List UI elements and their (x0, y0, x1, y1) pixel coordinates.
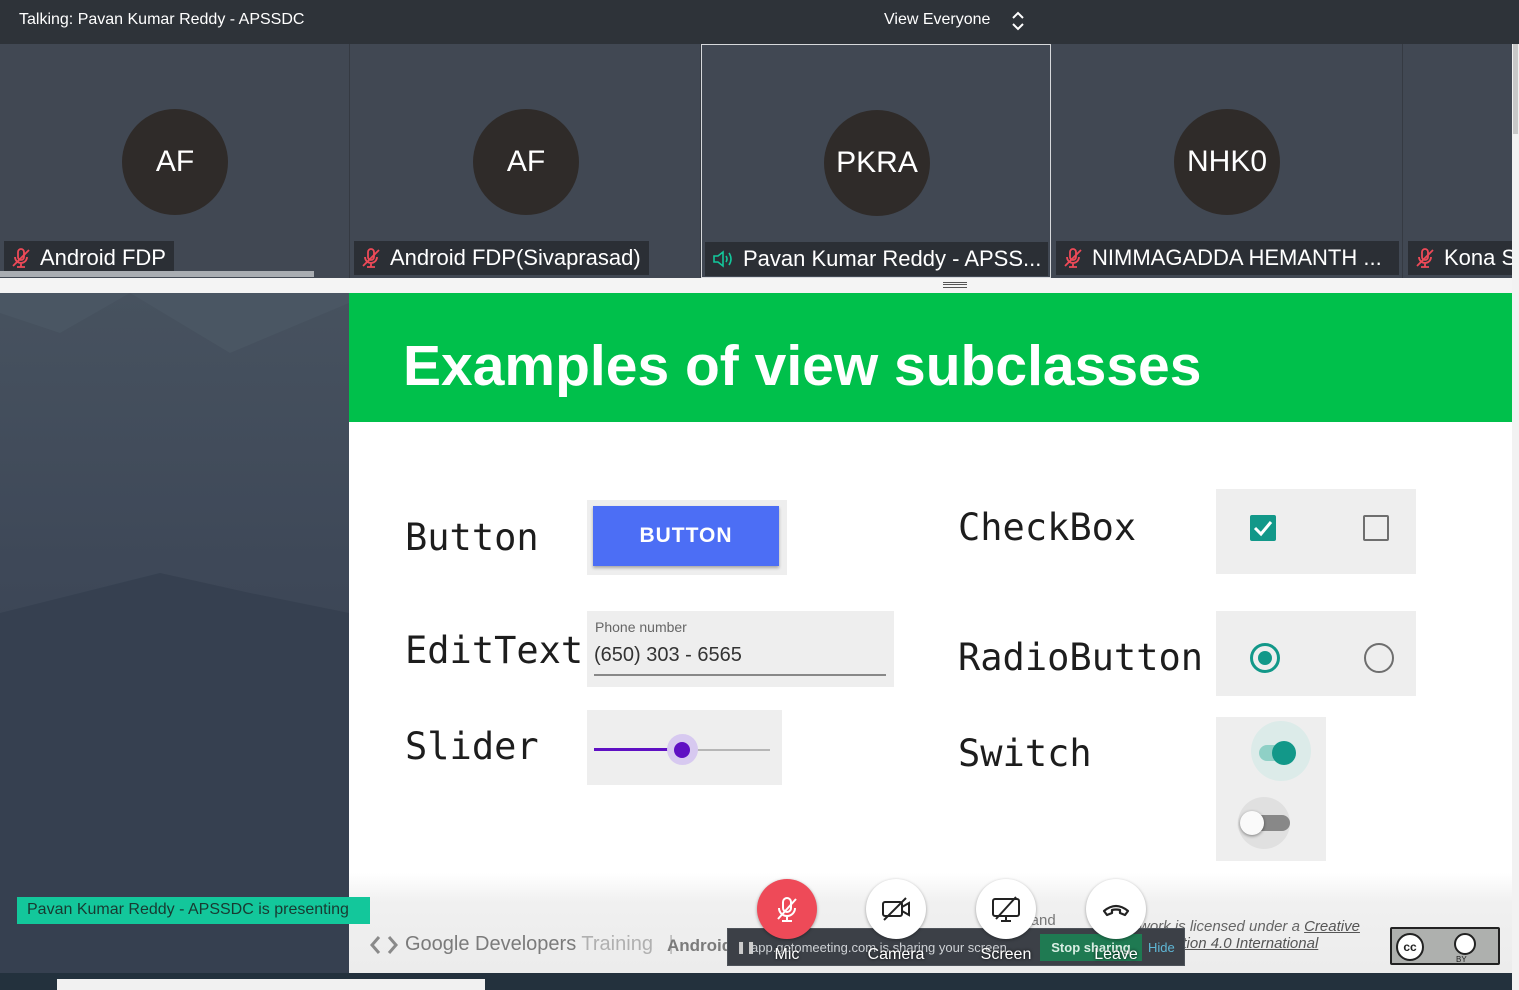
mic-button[interactable] (757, 879, 817, 939)
license-link: Creative (1304, 918, 1360, 935)
leave-control[interactable]: Leave (1086, 879, 1146, 963)
footer-android: Android (667, 936, 733, 955)
slider-thumb (674, 742, 690, 758)
creative-commons-badge: cc BY (1390, 927, 1500, 965)
label-edittext: EditText (405, 629, 584, 672)
label-button: Button (405, 516, 539, 559)
slide-header: Examples of view subclasses (349, 293, 1512, 422)
shared-screen: Examples of view subclasses Button EditT… (0, 293, 1512, 973)
attribution-icon (1454, 933, 1476, 955)
updown-chevron-icon[interactable] (1010, 9, 1026, 33)
camera-control[interactable]: Camera (866, 879, 926, 963)
participant-name-tag: Android FDP(Sivaprasad) (354, 241, 649, 275)
radio-unselected-icon (1364, 643, 1394, 673)
participant-name-tag: Android FDP (4, 241, 174, 275)
camera-label: Camera (867, 946, 925, 963)
camera-off-icon (882, 897, 910, 921)
taskbar-strip (0, 973, 1512, 990)
participant-name: Android FDP(Sivaprasad) (390, 245, 641, 270)
hang-up-icon (1102, 904, 1130, 917)
edittext-value: (650) 303 - 6565 (594, 644, 742, 666)
participant-tile-active[interactable]: PKRA Pavan Kumar Reddy - APSS... (701, 44, 1051, 278)
switch-on-thumb (1272, 741, 1296, 765)
speaker-speaking-icon (713, 250, 732, 268)
participant-name-tag: Kona S (1408, 241, 1512, 275)
checkbox-unchecked-icon (1363, 515, 1389, 541)
radio-selected-icon (1250, 643, 1280, 673)
participant-name-tag: Pavan Kumar Reddy - APSS... (705, 242, 1048, 276)
avatar: PKRA (824, 110, 930, 216)
screen-control[interactable]: Screen (976, 879, 1036, 963)
mic-label: Mic (774, 946, 800, 963)
talking-indicator: Talking: Pavan Kumar Reddy - APSSDC (19, 11, 305, 28)
participant-name: NIMMAGADDA HEMANTH ... (1092, 245, 1382, 270)
screen-share-off-icon (992, 896, 1020, 922)
edittext-underline (594, 674, 886, 676)
presentation-slide: Examples of view subclasses Button EditT… (349, 293, 1512, 973)
avatar: AF (122, 109, 228, 215)
edittext-hint: Phone number (595, 619, 687, 635)
participant-tile[interactable]: Kona S (1403, 44, 1512, 278)
radio-example (1216, 611, 1416, 696)
participant-name: Pavan Kumar Reddy - APSS... (743, 246, 1042, 271)
brand-name: Google Developers (405, 933, 577, 955)
avatar: AF (473, 109, 579, 215)
checkbox-checked-icon (1250, 515, 1276, 541)
label-slider: Slider (405, 725, 539, 768)
label-checkbox: CheckBox (958, 506, 1137, 549)
avatar: NHK0 (1174, 109, 1280, 215)
participant-tile[interactable]: AF Android FDP(Sivaprasad) (350, 44, 701, 278)
edittext-example: Phone number (650) 303 - 6565 (587, 611, 894, 687)
top-bar: Talking: Pavan Kumar Reddy - APSSDC View… (0, 0, 1519, 44)
mic-muted-icon (12, 248, 30, 268)
mic-control[interactable]: Mic (757, 879, 817, 963)
example-button: BUTTON (593, 506, 779, 566)
google-developers-training-logo: Google Developers Training | (369, 933, 674, 956)
presenting-badge: Pavan Kumar Reddy - APSSDC is presenting (17, 897, 370, 924)
cc-icon: cc (1396, 933, 1424, 961)
drag-handle-icon[interactable] (943, 282, 967, 288)
switch-example (1216, 717, 1326, 861)
camera-button[interactable] (866, 879, 926, 939)
mic-muted-icon (1416, 248, 1434, 268)
screen-background (0, 293, 349, 973)
slider-example (587, 710, 782, 785)
resize-divider[interactable] (0, 278, 1512, 293)
participant-tile[interactable]: AF Android FDP (0, 44, 350, 278)
screen-button[interactable] (976, 879, 1036, 939)
switch-off-thumb (1240, 811, 1264, 835)
label-radiobutton: RadioButton (958, 636, 1204, 679)
participant-name: Android FDP (40, 245, 166, 270)
checkbox-example (1216, 489, 1416, 574)
slide-title: Examples of view subclasses (403, 334, 1202, 398)
mic-muted-icon (777, 897, 797, 922)
participant-strip-scrollbar[interactable] (0, 271, 314, 277)
participant-name: Kona S (1444, 245, 1512, 270)
brand-suffix: Training (581, 933, 653, 955)
leave-label: Leave (1094, 946, 1138, 963)
participant-name-tag: NIMMAGADDA HEMANTH ... (1056, 241, 1399, 275)
participant-tile[interactable]: NHK0 NIMMAGADDA HEMANTH ... (1051, 44, 1403, 278)
screen-label: Screen (980, 946, 1032, 963)
cc-by-label: BY (1456, 955, 1467, 964)
view-mode-selector[interactable]: View Everyone (884, 11, 990, 29)
label-switch: Switch (958, 732, 1092, 775)
scrollbar-thumb[interactable] (1513, 44, 1518, 134)
participant-strip: AF Android FDP AF Android FDP(Sivaprasad… (0, 44, 1512, 278)
mic-muted-icon (1064, 248, 1082, 268)
taskbar-item (57, 979, 485, 990)
leave-button[interactable] (1086, 879, 1146, 939)
mountain-background (0, 293, 349, 973)
window-scrollbar[interactable] (1512, 44, 1519, 990)
mic-muted-icon (362, 248, 380, 268)
google-developers-logo-icon (370, 935, 398, 954)
